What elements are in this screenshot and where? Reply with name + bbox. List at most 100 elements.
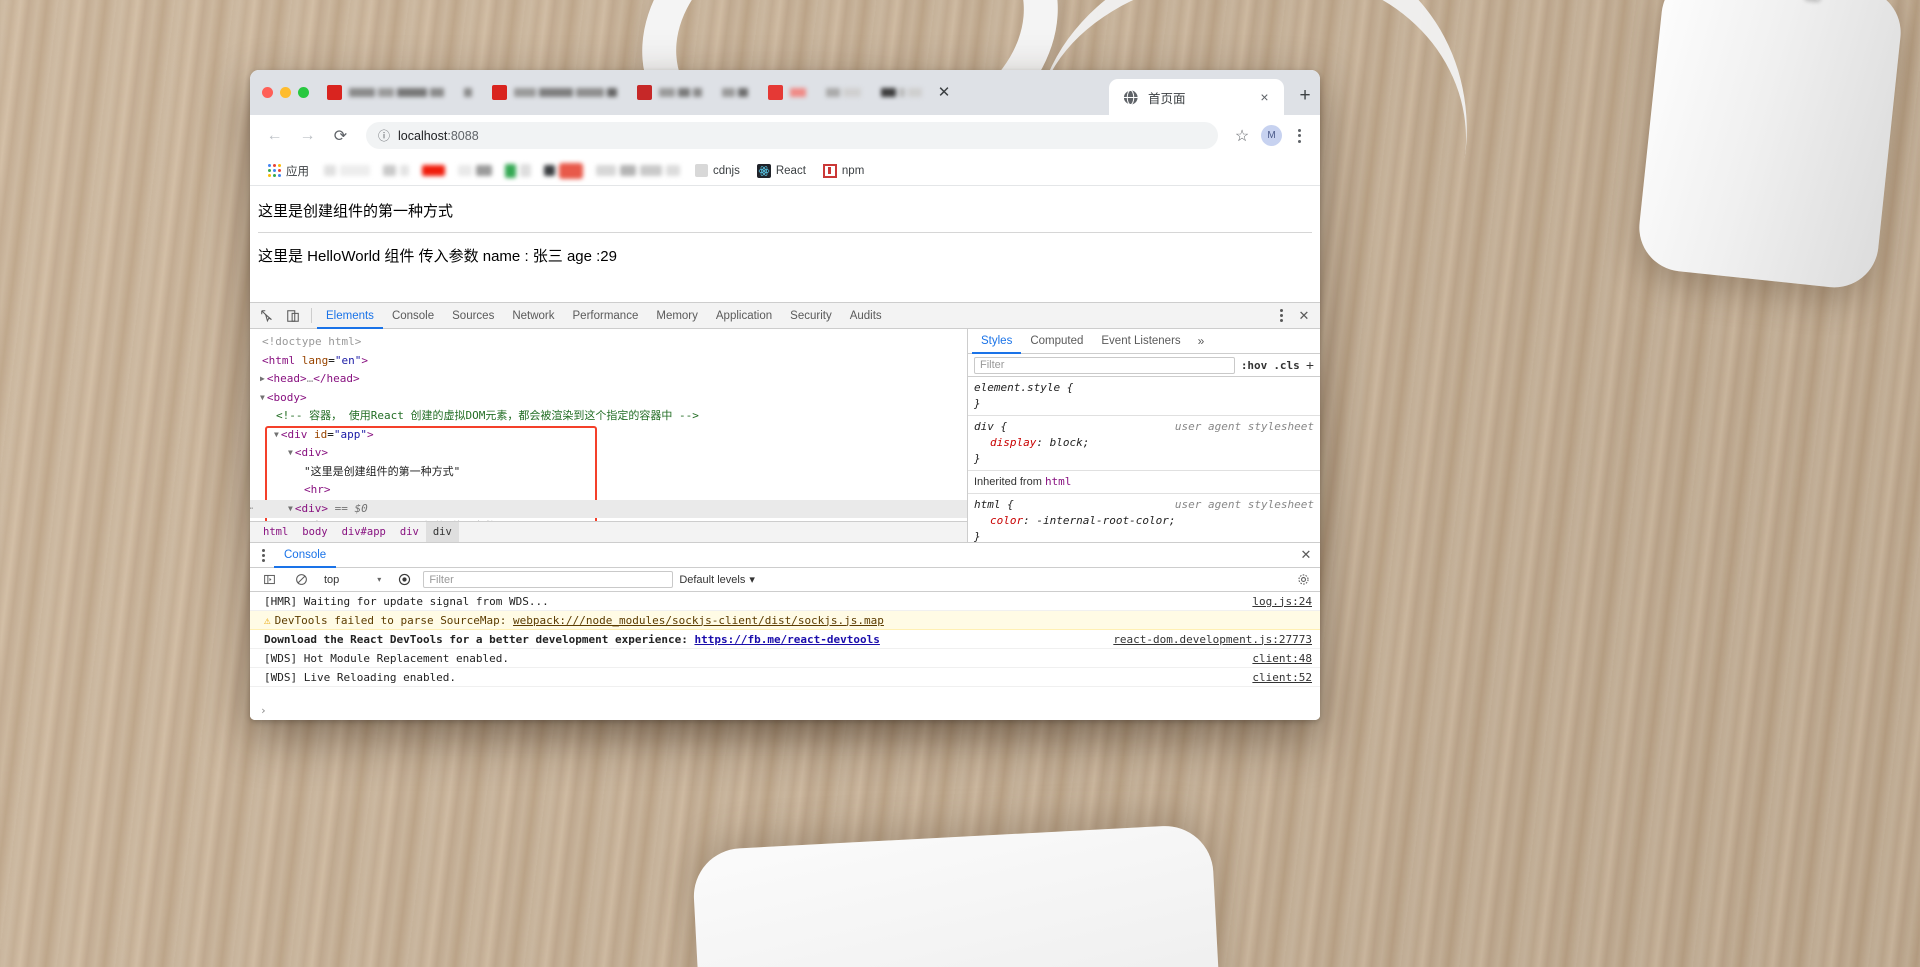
console-message[interactable]: [HMR] Waiting for update signal from WDS…	[250, 592, 1320, 611]
styles-tab-styles[interactable]: Styles	[972, 329, 1021, 354]
dom-tree-row[interactable]: ▼ <body>	[250, 389, 967, 408]
bookmark-blurred[interactable]	[320, 165, 374, 176]
toggle-device-toolbar-icon[interactable]	[280, 304, 306, 328]
devtools-tab-elements[interactable]: Elements	[317, 303, 383, 329]
bookmark-apps[interactable]: 应用	[262, 161, 315, 181]
bookmark-star-icon[interactable]: ☆	[1229, 123, 1255, 149]
site-info-icon[interactable]: ⓘ	[378, 127, 390, 144]
background-tab-close-button[interactable]: ✕	[932, 80, 956, 104]
drawer-menu-button[interactable]	[252, 548, 274, 562]
dom-tree-row[interactable]: ⋯ ▼ <div> == $0	[250, 499, 967, 519]
styles-tab-computed[interactable]: Computed	[1021, 329, 1092, 354]
clear-console-icon[interactable]	[288, 568, 314, 592]
background-tab[interactable]	[454, 70, 482, 115]
style-declaration[interactable]: display: block;	[974, 435, 1314, 451]
row-gutter-menu[interactable]: ⋯	[250, 500, 260, 519]
breadcrumb-html[interactable]: html	[256, 522, 295, 543]
dom-tree-row[interactable]: <!-- 容器， 使用React 创建的虚拟DOM元素，都会被渲染到这个指定的容…	[250, 407, 967, 426]
console-message[interactable]: Download the React DevTools for a better…	[250, 630, 1320, 649]
dom-tree-row[interactable]: ▼ <div>	[250, 444, 967, 463]
style-rule-div[interactable]: user agent stylesheet div { display: blo…	[968, 416, 1320, 471]
style-rule-html[interactable]: user agent stylesheet html { color: -int…	[968, 494, 1320, 542]
tab-close-button[interactable]: ×	[1255, 88, 1274, 107]
devtools-menu-button[interactable]	[1270, 309, 1292, 322]
style-declaration[interactable]: color: -internal-root-color;	[974, 513, 1314, 529]
bookmark-blurred[interactable]	[454, 165, 496, 176]
zoom-window-button[interactable]	[298, 87, 309, 98]
tab-active[interactable]: 首页面 ×	[1109, 79, 1284, 115]
address-bar[interactable]: ⓘ localhost:8088	[366, 122, 1218, 149]
bookmark-npm[interactable]: npm	[817, 162, 870, 180]
devtools-tab-performance[interactable]: Performance	[564, 303, 648, 329]
console-message-link[interactable]: https://fb.me/react-devtools	[694, 633, 879, 646]
dom-tree-row[interactable]: <html lang="en">	[250, 352, 967, 371]
console-context-selector[interactable]: top ▾	[320, 574, 385, 586]
style-rule-element-style[interactable]: element.style { }	[968, 377, 1320, 416]
console-message-source[interactable]: log.js:24	[1252, 595, 1312, 608]
drawer-close-button[interactable]: ✕	[1294, 547, 1318, 563]
console-message-link[interactable]: webpack:///node_modules/sockjs-client/di…	[513, 614, 884, 627]
console-message-source[interactable]: client:52	[1252, 671, 1312, 684]
console-prompt[interactable]: ›	[250, 701, 1320, 720]
disclosure-triangle-icon[interactable]: ▼	[288, 500, 293, 519]
devtools-tab-sources[interactable]: Sources	[443, 303, 503, 329]
bookmark-cdnjs[interactable]: cdnjs	[689, 162, 746, 179]
minimize-window-button[interactable]	[280, 87, 291, 98]
bookmark-react[interactable]: React	[751, 162, 812, 180]
console-message-source[interactable]: react-dom.development.js:27773	[1113, 633, 1312, 646]
bookmark-blurred[interactable]	[501, 163, 535, 178]
console-filter-input[interactable]: Filter	[423, 571, 674, 588]
disclosure-triangle-icon[interactable]: ▼	[274, 426, 279, 445]
bookmark-blurred[interactable]	[540, 162, 587, 179]
breadcrumb-div-app[interactable]: div#app	[335, 522, 393, 543]
bookmark-blurred[interactable]	[379, 165, 413, 176]
gear-icon[interactable]	[1292, 573, 1314, 586]
dom-tree-row[interactable]: <!doctype html>	[250, 333, 967, 352]
styles-filter-input[interactable]: Filter	[974, 356, 1235, 374]
console-message[interactable]: ⚠ DevTools failed to parse SourceMap: web…	[250, 611, 1320, 630]
devtools-tab-audits[interactable]: Audits	[841, 303, 891, 329]
background-tab[interactable]	[871, 70, 932, 115]
dom-tree-row[interactable]: "这里是 HelloWorld 组件 传入参数 name : "	[250, 518, 967, 521]
new-tab-button[interactable]: +	[1290, 81, 1320, 111]
console-message[interactable]: [WDS] Live Reloading enabled. client:52	[250, 668, 1320, 687]
dom-tree[interactable]: <!doctype html> <html lang="en"> ▶ <head>…<…	[250, 329, 967, 521]
toggle-hover-state-button[interactable]: :hov	[1241, 359, 1268, 372]
disclosure-triangle-icon[interactable]: ▼	[288, 444, 293, 463]
back-button[interactable]: ←	[260, 121, 289, 150]
bookmark-blurred[interactable]	[418, 165, 449, 176]
console-message-source[interactable]: client:48	[1252, 652, 1312, 665]
breadcrumb-div-selected[interactable]: div	[425, 521, 459, 543]
styles-tab-event-listeners[interactable]: Event Listeners	[1092, 329, 1189, 354]
background-tab[interactable]	[712, 70, 758, 115]
disclosure-triangle-icon[interactable]: ▼	[260, 389, 265, 408]
devtools-tab-network[interactable]: Network	[503, 303, 563, 329]
background-tab[interactable]	[482, 70, 627, 115]
show-console-sidebar-icon[interactable]	[256, 568, 282, 592]
toggle-class-button[interactable]: .cls	[1273, 359, 1300, 372]
devtools-tab-application[interactable]: Application	[707, 303, 781, 329]
background-tab[interactable]	[317, 70, 454, 115]
reload-button[interactable]: ⟳	[326, 121, 355, 150]
dom-tree-row[interactable]: "这里是创建组件的第一种方式"	[250, 463, 967, 482]
breadcrumb-div[interactable]: div	[393, 522, 426, 543]
inspect-element-icon[interactable]	[254, 304, 280, 328]
new-style-rule-button[interactable]: +	[1306, 357, 1314, 373]
devtools-tab-security[interactable]: Security	[781, 303, 841, 329]
browser-menu-button[interactable]	[1288, 128, 1310, 143]
forward-button[interactable]: →	[293, 121, 322, 150]
console-message[interactable]: [WDS] Hot Module Replacement enabled. cli…	[250, 649, 1320, 668]
devtools-close-button[interactable]: ✕	[1292, 308, 1316, 324]
console-levels-selector[interactable]: Default levels ▾	[679, 573, 755, 587]
drawer-tab-console[interactable]: Console	[274, 543, 336, 568]
styles-more-tabs-button[interactable]: »	[1190, 334, 1213, 348]
background-tab[interactable]	[816, 70, 871, 115]
dom-tree-row[interactable]: <hr>	[250, 481, 967, 500]
close-window-button[interactable]	[262, 87, 273, 98]
avatar[interactable]: M	[1261, 125, 1282, 146]
dom-tree-row[interactable]: ▼ <div id="app">	[250, 426, 967, 445]
breadcrumb-body[interactable]: body	[295, 522, 334, 543]
dom-tree-row[interactable]: ▶ <head>…</head>	[250, 370, 967, 389]
live-expression-icon[interactable]	[391, 568, 417, 592]
background-tab[interactable]	[627, 70, 712, 115]
